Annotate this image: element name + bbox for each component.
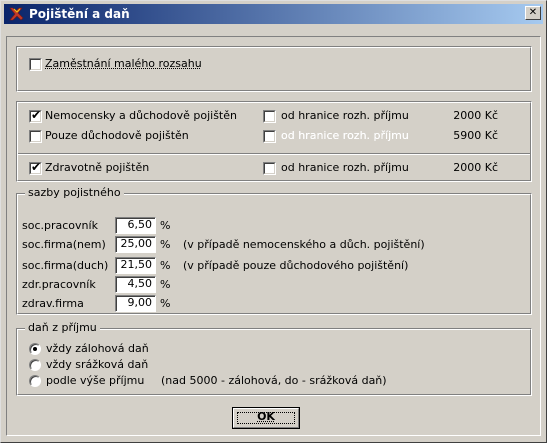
tax-option-note: (nad 5000 - zálohová, do - srážková daň) [161, 374, 387, 387]
rate-label: soc.pracovník [22, 219, 98, 232]
sickness-pension-label[interactable]: Nemocensky a důchodově pojištěn [45, 109, 237, 123]
rate-unit: % [160, 278, 171, 291]
ok-button[interactable]: OK [232, 407, 300, 429]
rate-unit: % [160, 297, 171, 310]
pension-only-label[interactable]: Pouze důchodově pojištěn [45, 129, 189, 143]
rate-unit: % [160, 219, 171, 232]
health-threshold-checkbox[interactable] [263, 162, 276, 175]
pension-only-checkbox[interactable] [29, 130, 42, 143]
app-icon [9, 7, 24, 21]
health-threshold-label[interactable]: od hranice rozh. příjmu [281, 161, 409, 175]
rate-unit: % [160, 238, 171, 251]
rate-input[interactable]: 25,00 [115, 236, 156, 253]
pension-threshold-label[interactable]: od hranice rozh. příjmu [281, 129, 409, 143]
small-scope-checkbox[interactable] [29, 58, 42, 71]
close-button[interactable]: ✕ [525, 6, 541, 20]
tax-radio-withholding[interactable] [29, 359, 41, 371]
health-insurance-label[interactable]: Zdravotně pojištěn [45, 161, 149, 175]
tax-option-label[interactable]: vždy srážková daň [46, 358, 148, 372]
tax-option-label[interactable]: podle výše příjmu [46, 374, 144, 388]
insurance-divider [18, 153, 530, 155]
rate-note: (v případě nemocenského a důch. pojištěn… [183, 238, 425, 251]
pension-threshold-amount: 5900 Kč [453, 129, 498, 142]
rate-input[interactable]: 4,50 [115, 276, 156, 293]
rate-input[interactable]: 21,50 [115, 257, 156, 274]
pension-threshold-checkbox[interactable] [263, 130, 276, 143]
sickness-pension-checkbox[interactable] [29, 108, 42, 123]
rates-groupbox: sazby pojistného [16, 186, 532, 315]
rate-note: (v případě pouze důchodového pojištění) [183, 259, 409, 272]
rate-input[interactable]: 6,50 [115, 217, 156, 234]
rate-input[interactable]: 9,00 [115, 295, 156, 312]
rate-unit: % [160, 259, 171, 272]
title-bar[interactable]: Pojištění a daň ✕ [4, 4, 543, 24]
health-insurance-checkbox[interactable] [29, 160, 42, 175]
sickness-threshold-amount: 2000 Kč [453, 109, 498, 122]
tax-radio-by-income[interactable] [29, 375, 41, 387]
health-threshold-amount: 2000 Kč [453, 161, 498, 174]
tax-radio-advance[interactable] [29, 343, 41, 355]
rate-label: soc.firma(duch) [22, 259, 109, 272]
rate-label: soc.firma(nem) [22, 238, 106, 251]
window-title: Pojištění a daň [29, 7, 130, 21]
dialog-window: Pojištění a daň ✕ Zaměstnání malého rozs… [0, 0, 547, 443]
rates-legend: sazby pojistného [25, 186, 124, 200]
income-tax-legend: daň z příjmu [25, 321, 100, 335]
small-scope-label[interactable]: Zaměstnání malého rozsahu [45, 57, 202, 71]
rate-label: zdr.pracovník [22, 278, 96, 291]
rate-label: zdrav.firma [22, 297, 84, 310]
ok-button-label: OK [257, 410, 275, 423]
sickness-threshold-label[interactable]: od hranice rozh. příjmu [281, 109, 409, 123]
sickness-threshold-checkbox[interactable] [263, 110, 276, 123]
tax-option-label[interactable]: vždy zálohová daň [46, 342, 149, 356]
